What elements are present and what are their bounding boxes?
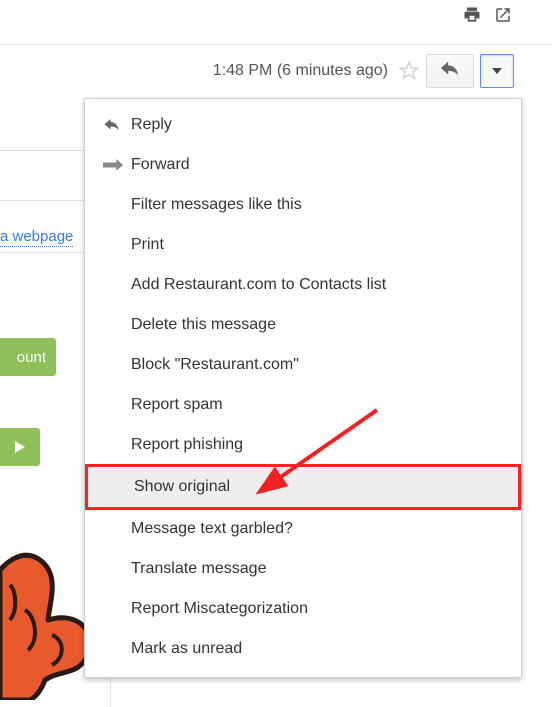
menu-item-label: Report spam — [131, 396, 223, 414]
chevron-down-icon — [492, 68, 502, 74]
bg-separator — [0, 252, 90, 253]
menu-item-print[interactable]: Print — [85, 225, 521, 265]
menu-item-mark-as-unread[interactable]: Mark as unread — [85, 629, 521, 669]
bg-separator — [0, 150, 90, 151]
menu-item-label: Forward — [131, 156, 190, 174]
message-header-actions: 1:48 PM (6 minutes ago) — [213, 54, 514, 88]
bg-separator — [0, 200, 90, 201]
menu-item-report-miscategorization[interactable]: Report Miscategorization — [85, 589, 521, 629]
menu-item-reply[interactable]: Reply — [85, 105, 521, 145]
reply-button[interactable] — [426, 54, 474, 88]
menu-item-report-spam[interactable]: Report spam — [85, 385, 521, 425]
forward-icon — [103, 158, 127, 172]
more-actions-dropdown-button[interactable] — [480, 54, 514, 88]
menu-item-translate-message[interactable]: Translate message — [85, 549, 521, 589]
menu-item-label: Translate message — [131, 560, 266, 578]
menu-item-block-restaurant-com[interactable]: Block "Restaurant.com" — [85, 345, 521, 385]
menu-item-filter-messages-like-this[interactable]: Filter messages like this — [85, 185, 521, 225]
bg-webpage-link[interactable]: a webpage — [0, 228, 73, 247]
menu-item-label: Add Restaurant.com to Contacts list — [131, 276, 386, 294]
menu-item-label: Print — [131, 236, 164, 254]
menu-item-label: Show original — [134, 478, 230, 496]
menu-item-label: Block "Restaurant.com" — [131, 356, 299, 374]
star-icon[interactable] — [398, 60, 420, 82]
menu-item-label: Delete this message — [131, 316, 276, 334]
menu-item-label: Message text garbled? — [131, 520, 293, 538]
menu-item-forward[interactable]: Forward — [85, 145, 521, 185]
more-actions-menu: Reply Forward Filter messages like this Pri… — [84, 98, 522, 678]
menu-item-label: Report phishing — [131, 436, 243, 454]
menu-item-message-text-garbled[interactable]: Message text garbled? — [85, 509, 521, 549]
open-new-window-icon[interactable] — [494, 6, 512, 24]
bg-play-button[interactable] — [0, 428, 40, 466]
bg-account-button-label: ount — [17, 349, 46, 366]
menu-item-delete-this-message[interactable]: Delete this message — [85, 305, 521, 345]
print-icon[interactable] — [462, 5, 482, 25]
menu-item-label: Report Miscategorization — [131, 600, 308, 618]
menu-item-add-restaurant-com-to-contacts-list[interactable]: Add Restaurant.com to Contacts list — [85, 265, 521, 305]
divider — [0, 44, 552, 45]
menu-item-show-original[interactable]: Show original — [85, 464, 521, 510]
message-top-actions — [462, 5, 512, 25]
message-timestamp: 1:48 PM (6 minutes ago) — [213, 62, 388, 80]
menu-item-label: Mark as unread — [131, 640, 242, 658]
reply-icon — [439, 58, 461, 85]
reply-icon — [103, 116, 127, 134]
play-icon — [15, 441, 25, 453]
menu-item-label: Reply — [131, 116, 172, 134]
bg-account-button[interactable]: ount — [0, 338, 56, 376]
menu-item-label: Filter messages like this — [131, 196, 302, 214]
menu-item-report-phishing[interactable]: Report phishing — [85, 425, 521, 465]
